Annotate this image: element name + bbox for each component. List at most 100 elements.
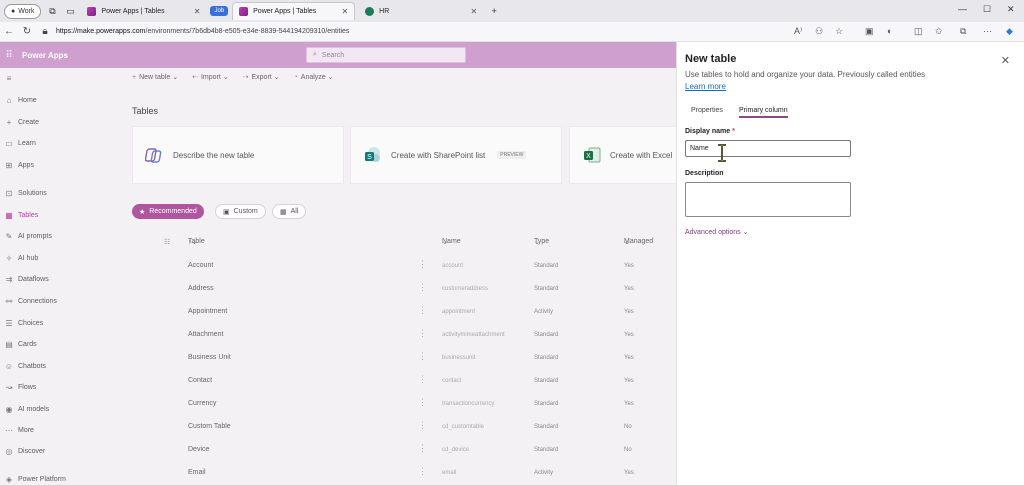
maximize-icon[interactable]: ☐ [983,4,991,15]
row-more-icon[interactable]: ⋮ [418,259,427,270]
sidebar-item-connections[interactable]: ⚯ Connections [0,293,57,309]
row-more-icon[interactable]: ⋮ [418,374,427,385]
workspaces-icon[interactable]: ⧉ [45,4,59,18]
card-describe-new-table[interactable]: Describe the new table [132,126,344,184]
tab-hr[interactable]: HR ✕ [359,2,483,20]
app-launcher-icon[interactable]: ⠿ [0,50,18,61]
url-field[interactable]: https://make.powerapps.com/environments/… [56,28,349,35]
description-textarea[interactable] [685,182,851,217]
row-more-icon[interactable]: ⋮ [418,351,427,362]
tab-primary-column[interactable]: Primary column [739,107,788,118]
sidebar-item-choices[interactable]: ☰ Choices [0,315,43,331]
card-create-sharepoint[interactable]: S Create with SharePoint list PREVIEW [350,126,562,184]
table-display-name[interactable]: Device [188,446,209,453]
new-table-button[interactable]: + New table ⌄ [132,73,178,81]
sidebar-item-flows[interactable]: ↝ Flows [0,379,37,395]
import-button[interactable]: ⇠ Import ⌄ [192,73,229,81]
table-row[interactable]: Custom Table ⋮ cd_customtable Standard No [112,417,676,439]
table-row[interactable]: Appointment ⋮ appointment Activity Yes [112,302,676,324]
tab-properties[interactable]: Properties [691,107,723,114]
row-more-icon[interactable]: ⋮ [418,282,427,293]
sidebar-item-ai-prompts[interactable]: ✎ AI prompts [0,228,52,244]
export-button[interactable]: ⇢ Export ⌄ [243,73,280,81]
table-display-name[interactable]: Address [188,285,214,292]
minimize-icon[interactable]: — [958,4,967,14]
table-row[interactable]: Account ⋮ account Standard Yes [112,256,676,278]
back-icon[interactable]: ← [0,26,18,37]
table-managed: Yes [624,401,634,407]
table-row[interactable]: Business Unit ⋮ businessunit Standard Yes [112,348,676,370]
favorites-icon[interactable]: ✩ [935,26,943,37]
read-aloud-icon[interactable]: A⁾ [794,26,802,37]
analyze-button[interactable]: ◔ Analyze ⌄ [294,73,334,81]
sidebar-item-more[interactable]: ⋯ More [0,422,34,438]
table-display-name[interactable]: Appointment [188,308,227,315]
filter-all[interactable]: ▦ All [272,204,307,219]
table-row[interactable]: Currency ⋮ transactioncurrency Standard Yes [112,394,676,416]
row-more-icon[interactable]: ⋮ [418,328,427,339]
sidebar-item-cards[interactable]: ▤ Cards [0,336,36,352]
sidebar-item-tables[interactable]: ▦ Tables [0,207,38,223]
tab-actions-icon[interactable]: ▭ [63,4,77,18]
row-more-icon[interactable]: ⋮ [418,397,427,408]
extension-icon[interactable]: ▣ [865,26,874,37]
card-create-excel[interactable]: X Create with Excel [569,126,676,184]
copilot-icon[interactable]: ◆ [1006,26,1013,37]
display-name-input[interactable]: Name [685,140,851,157]
table-display-name[interactable]: Attachment [188,331,223,338]
sidebar-item-dataflows[interactable]: ⇉ Dataflows [0,271,49,287]
filter-recommended[interactable]: ★ Recommended [132,204,204,219]
learn-more-link[interactable]: Learn more [685,82,726,91]
table-display-name[interactable]: Business Unit [188,354,231,361]
table-row[interactable]: Device ⋮ cd_device Standard No [112,440,676,462]
tab-power-apps-1[interactable]: Power Apps | Tables ✕ [81,2,206,20]
row-more-icon[interactable]: ⋮ [418,466,427,477]
lock-icon[interactable]: 🔒︎ [36,26,54,37]
close-window-icon[interactable]: ✕ [1007,4,1015,15]
favorite-star-icon[interactable]: ☆ [835,26,843,37]
table-row[interactable]: Email ⋮ email Activity Yes [112,463,676,485]
table-display-name[interactable]: Account [188,262,213,269]
refresh-icon[interactable]: ↻ [18,26,36,37]
close-icon[interactable]: ✕ [1001,54,1010,67]
tab-group-job[interactable]: Job [210,6,229,16]
sidebar-item-power-platform[interactable]: ◈ Power Platform [0,471,66,485]
table-display-name[interactable]: Custom Table [188,423,231,430]
table-row[interactable]: Contact ⋮ contact Standard Yes [112,371,676,393]
row-more-icon[interactable]: ⋮ [418,305,427,316]
advanced-options-toggle[interactable]: Advanced options ⌄ [685,228,748,236]
table-display-name[interactable]: Currency [188,400,216,407]
sidebar-item-chatbots[interactable]: ☺ Chatbots [0,358,46,374]
settings-more-icon[interactable]: ⋯ [983,26,992,37]
tracking-icon[interactable]: ⚇ [815,26,823,37]
row-more-icon[interactable]: ⋮ [418,443,427,454]
table-display-name[interactable]: Email [188,469,206,476]
table-icon: ▦ [5,210,13,220]
row-more-icon[interactable]: ⋮ [418,420,427,431]
table-row[interactable]: Address ⋮ customeraddress Standard Yes [112,279,676,301]
nav-collapse-button[interactable]: ≡ [0,70,18,86]
table-type: Standard [534,424,559,430]
collections-icon[interactable]: ⧉ [960,26,966,37]
filter-custom[interactable]: ▣ Custom [215,204,266,219]
copilot-extension-icon[interactable]: ◐ [887,26,892,36]
sidebar-item-apps[interactable]: ⊞ Apps [0,157,34,173]
new-tab-icon[interactable]: + [487,4,501,18]
profile-button[interactable]: ● Work [4,3,42,19]
table-row[interactable]: Attachment ⋮ activitymimeattachment Standar… [112,325,676,347]
close-tab-icon[interactable]: ✕ [470,7,477,16]
sidebar-item-discover[interactable]: ◎ Discover [0,443,46,459]
sidebar-item-solutions[interactable]: ⊡ Solutions [0,185,47,201]
app-name[interactable]: Power Apps [22,51,68,60]
close-tab-icon[interactable]: ✕ [341,7,348,16]
sidebar-item-learn[interactable]: ▭ Learn [0,135,36,151]
sidebar-item-ai-hub[interactable]: ✧ AI hub [0,250,39,266]
sidebar-item-home[interactable]: ⌂ Home [0,92,37,108]
sidebar-item-ai-models[interactable]: ◉ AI models [0,401,50,417]
table-display-name[interactable]: Contact [188,377,212,384]
close-tab-icon[interactable]: ✕ [194,7,201,16]
search-input[interactable]: ⌕ Search [306,47,466,63]
split-screen-icon[interactable]: ◫ [914,26,923,37]
tab-power-apps-2[interactable]: Power Apps | Tables ✕ [232,2,356,20]
sidebar-item-create[interactable]: + Create [0,114,39,130]
